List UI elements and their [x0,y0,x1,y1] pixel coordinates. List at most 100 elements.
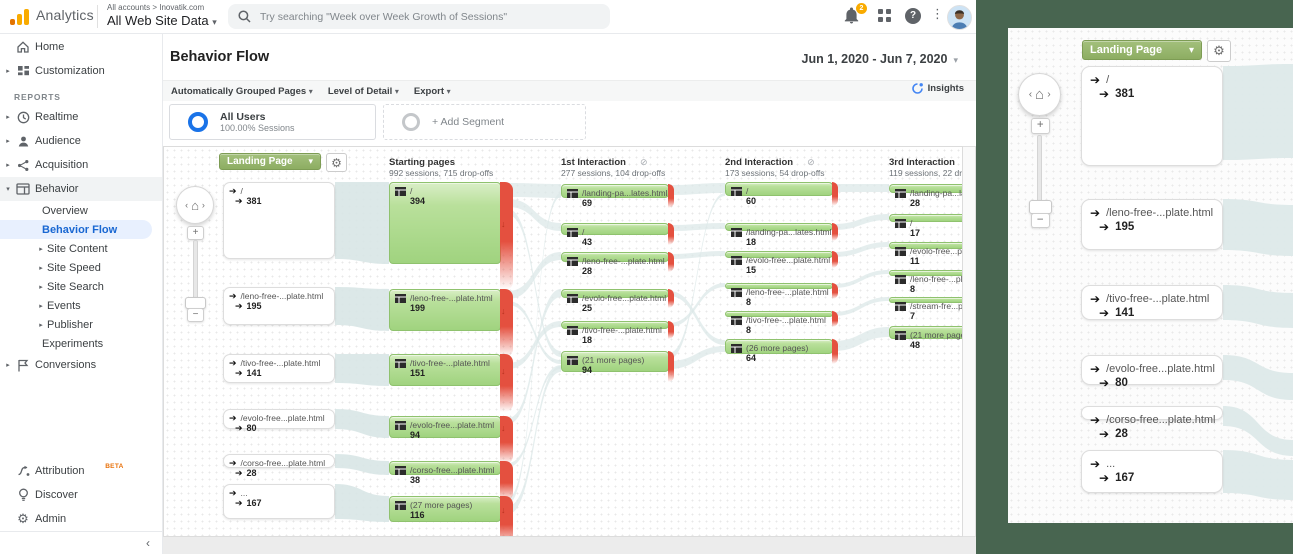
sidebar-item-customization[interactable]: ▸Customization [0,59,162,83]
flow-node[interactable]: /evolo-free...plate.html11 [889,242,963,249]
flow-node[interactable]: /leno-free-...plate.html199 [389,289,501,331]
column-header-starting: Starting pages992 sessions, 715 drop-off… [389,155,509,179]
flow-node[interactable]: (21 more pages)48 [889,326,963,339]
breadcrumb[interactable]: All accounts > Inovatik.com [107,3,204,12]
sidebar-item-overview[interactable]: Overview [0,201,162,220]
flow-scrollbar[interactable] [963,146,976,537]
zoom-slider-track[interactable] [193,240,198,299]
flow-node[interactable]: ➔/corso-free...plate.html➔28 [223,454,335,468]
flow-node[interactable]: (27 more pages)116 [389,496,501,522]
sidebar-item-realtime[interactable]: ▸Realtime [0,105,162,129]
flow-node[interactable]: /evolo-free...plate.html25 [561,289,669,298]
zoom-out-button[interactable]: − [1031,213,1050,229]
flow-node[interactable]: ➔/tivo-free-...plate.html➔141 [223,354,335,383]
more-menu-icon[interactable]: ⋮ [931,6,944,22]
toolbar-item-level-of-detail[interactable]: Level of Detail ▾ [328,86,399,97]
sidebar-item-site-speed[interactable]: ▸Site Speed [0,258,162,277]
sidebar-item-site-content[interactable]: ▸Site Content [0,239,162,258]
sidebar-item-experiments[interactable]: Experiments [0,334,162,353]
flow-node[interactable]: ➔/evolo-free...plate.html➔80 [223,409,335,429]
zoom-out-button[interactable]: − [187,308,204,322]
sidebar-item-events[interactable]: ▸Events [0,296,162,315]
home-icon[interactable]: ⌂ [1035,86,1044,103]
node-text: /leno-free-...plate.html8 [731,287,829,307]
analytics-logo-icon[interactable] [10,8,32,25]
search-input[interactable]: Try searching "Week over Week Growth of … [228,4,610,29]
toolbar-item-export[interactable]: Export ▾ [414,86,451,97]
sidebar-item-admin[interactable]: ⚙Admin [0,507,162,531]
flow-node[interactable]: /corso-free...plate.html38 [389,461,501,475]
sidebar-item-audience[interactable]: ▸Audience [0,129,162,153]
zoom-slider-track[interactable] [1037,135,1042,203]
flow-pan-control[interactable]: ‹⌂› [176,186,214,224]
dimension-dropdown[interactable]: Landing Page▾ [219,153,321,170]
add-segment-label: + Add Segment [432,116,504,128]
flow-pan-control[interactable]: ‹⌂› [1018,73,1061,116]
add-segment-button[interactable]: + Add Segment [383,104,586,140]
sidebar-collapse-button[interactable]: ‹ [0,531,162,554]
flow-settings-button[interactable]: ⚙ [1207,40,1231,62]
node-label: /leno-free-...plate.html [1106,206,1213,220]
flow-node[interactable]: /evolo-free...plate.html94 [389,416,501,438]
flow-settings-button[interactable]: ⚙ [326,153,347,172]
flow-node[interactable]: /tivo-free-...plate.html8 [725,311,833,317]
user-avatar[interactable] [947,5,972,30]
flow-node[interactable]: /tivo-free-...plate.html18 [561,321,669,329]
magnified-flow-node[interactable]: ➔/leno-free-...plate.html➔195 [1081,199,1223,250]
flow-node[interactable]: /394 [389,182,501,264]
node-value: 151 [410,368,425,378]
magnified-flow-node[interactable]: ➔...➔167 [1081,450,1223,493]
sidebar-item-conversions[interactable]: ▸Conversions [0,353,162,377]
pan-left-icon[interactable]: ‹ [185,200,188,210]
date-range-picker[interactable]: Jun 1, 2020 - Jun 7, 2020▾ [802,52,958,66]
flow-node[interactable]: ➔/leno-free-...plate.html➔195 [223,287,335,325]
flow-node[interactable]: /landing-pa...lates.html28 [889,184,963,193]
insights-button[interactable]: Insights [911,82,964,95]
flow-node[interactable]: /landing-pa...lates.html18 [725,223,833,231]
magnified-flow-node[interactable]: ➔/evolo-free...plate.html➔80 [1081,355,1223,385]
property-switcher[interactable]: All Web Site Data ▾ [107,13,217,28]
flow-node[interactable]: ➔...➔167 [223,484,335,519]
pan-right-icon[interactable]: › [202,200,205,210]
flow-node[interactable]: (21 more pages)94 [561,351,669,372]
logo-text[interactable]: Analytics [36,7,94,23]
sidebar-item-publisher[interactable]: ▸Publisher [0,315,162,334]
zoom-in-button[interactable]: + [1031,118,1050,134]
flow-node[interactable]: /evolo-free...plate.html15 [725,251,833,258]
sidebar-item-home[interactable]: Home [0,35,162,59]
flow-node[interactable]: /landing-pa...lates.html69 [561,184,669,198]
flow-node[interactable]: /43 [561,223,669,235]
help-icon[interactable]: ? [905,8,921,24]
pan-left-icon[interactable]: ‹ [1029,89,1032,100]
magnified-flow-node[interactable]: ➔/corso-free...plate.html➔28 [1081,406,1223,420]
flow-node[interactable]: /leno-free-...plate.html8 [725,283,833,289]
apps-grid-icon[interactable] [878,9,892,23]
flow-node[interactable]: ➔/➔381 [223,182,335,259]
dimension-dropdown[interactable]: Landing Page▾ [1082,40,1202,60]
sidebar-item-discover[interactable]: Discover [0,483,162,507]
home-icon[interactable]: ⌂ [191,198,199,213]
flow-node[interactable]: /leno-free-...plate.html28 [561,252,669,262]
flow-node[interactable]: /tivo-free-...plate.html151 [389,354,501,386]
step-options-icon[interactable]: ⊘ [807,157,815,167]
sidebar-item-site-search[interactable]: ▸Site Search [0,277,162,296]
flow-node[interactable]: (26 more pages)64 [725,339,833,354]
toolbar-item-automatically-grouped-pages[interactable]: Automatically Grouped Pages ▾ [171,86,313,97]
zoom-slider-handle[interactable] [1029,200,1052,214]
zoom-in-button[interactable]: + [187,226,204,240]
notifications-bell-icon[interactable]: 2 [843,7,863,27]
sidebar-item-acquisition[interactable]: ▸Acquisition [0,153,162,177]
magnified-flow-node[interactable]: ➔/➔381 [1081,66,1223,166]
sidebar-item-attribution[interactable]: AttributionBETA [0,459,162,483]
flow-node[interactable]: /stream-fre...plate.html7 [889,297,963,303]
enter-arrow-icon: ➔ [229,459,237,468]
segment-all-users[interactable]: All Users 100.00% Sessions [169,104,376,140]
flow-node[interactable]: /60 [725,182,833,196]
flow-node[interactable]: /leno-free-...plate.html8 [889,270,963,276]
magnified-flow-node[interactable]: ➔/tivo-free-...plate.html➔141 [1081,285,1223,320]
sidebar-item-behavior-flow[interactable]: Behavior Flow [0,220,152,239]
flow-node[interactable]: /17 [889,214,963,222]
step-options-icon[interactable]: ⊘ [640,157,648,167]
sidebar-item-behavior[interactable]: ▾Behavior [0,177,162,201]
pan-right-icon[interactable]: › [1047,89,1050,100]
